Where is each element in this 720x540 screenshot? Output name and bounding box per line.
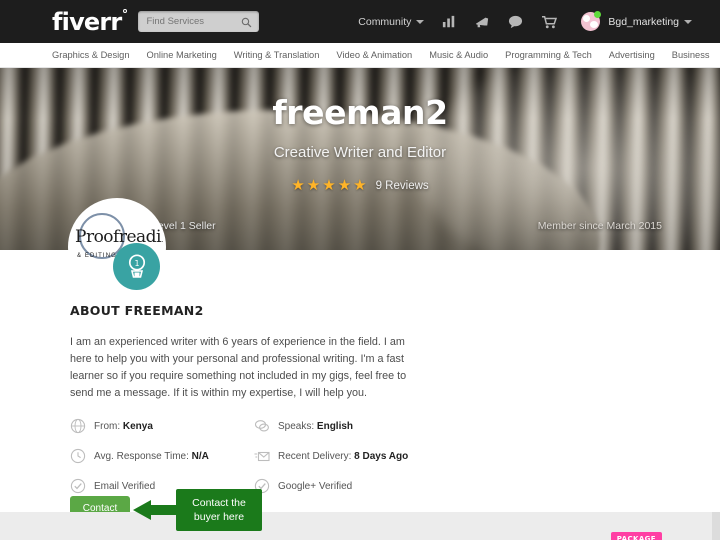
profile-tagline: Creative Writer and Editor [273,144,447,161]
seller-info-grid: From: Kenya Speaks: English Avg. Respons… [70,418,415,494]
info-text: Speaks: English [278,421,353,432]
star-rating: ★ ★ ★ ★ ★ [291,178,366,193]
info-label: Recent Delivery: [278,450,352,462]
info-value: Kenya [122,420,153,432]
page-bottom-right-strip [712,512,720,540]
globe-icon [70,418,86,434]
rating-row: ★ ★ ★ ★ ★ 9 Reviews [291,178,428,193]
analytics-bars-icon [443,15,455,27]
username-label: Bgd_marketing [608,15,679,28]
star-icon: ★ [353,177,367,194]
nav-item-writing-translation[interactable]: Writing & Translation [234,50,320,60]
reviews-count-label[interactable]: 9 Reviews [376,180,429,192]
nav-item-programming-tech[interactable]: Programming & Tech [505,50,592,60]
nav-item-online-marketing[interactable]: Online Marketing [147,50,217,60]
seller-level-badge: 1 [113,243,160,290]
avatar-logo-subtext: & EDITING [77,253,117,259]
megaphone-icon [476,17,489,27]
cart-button[interactable] [541,15,558,29]
envelope-icon [254,448,270,464]
annotation-arrow-icon [133,500,179,520]
chevron-down-icon [684,19,692,24]
header-right-nav: Community Bgd_marketing [358,11,720,31]
info-label: Speaks: [278,420,315,432]
speech-bubbles-icon [254,418,270,434]
chat-bubble-icon [509,15,523,28]
star-icon: ★ [337,177,352,194]
shopping-cart-icon [542,15,558,28]
info-item-speaks: Speaks: English [254,418,415,434]
info-item-from: From: Kenya [70,418,254,434]
community-label: Community [358,15,412,28]
user-menu[interactable]: Bgd_marketing [581,11,692,31]
info-text: Recent Delivery: 8 Days Ago [278,451,408,462]
analytics-button[interactable] [442,15,456,29]
logo-dot-icon [123,8,128,13]
nav-item-business[interactable]: Business [672,50,710,60]
info-item-google-verified: Google+ Verified [254,478,415,494]
chevron-down-icon [416,19,425,24]
star-icon: ★ [322,177,336,194]
info-value: N/A [191,450,209,462]
fiverr-logo-text: fiverr [52,7,122,36]
nav-item-music-audio[interactable]: Music & Audio [429,50,488,60]
about-heading: ABOUT FREEMAN2 [70,303,204,318]
page-title: freeman2 [272,93,448,132]
clock-icon [70,448,86,464]
community-menu[interactable]: Community [358,15,425,28]
check-circle-icon [70,478,86,494]
online-status-dot [594,11,602,18]
avatar [581,11,602,31]
fiverr-logo[interactable]: fiverr [52,7,128,36]
info-value: English [316,420,354,432]
search-box[interactable] [138,11,260,33]
info-label: From: [94,420,121,432]
nav-item-video-animation[interactable]: Video & Animation [336,50,412,60]
info-text: Email Verified [94,480,156,492]
nav-item-graphics-design[interactable]: Graphics & Design [52,50,130,60]
avatar-logo-text: Proofreading [75,227,163,247]
search-icon[interactable] [241,15,252,33]
member-since-label: Member since March 2015 [537,220,662,232]
info-text: Avg. Response Time: N/A [94,451,209,462]
annotation-callout: Contact the buyer here [176,489,262,531]
info-text: From: Kenya [94,421,153,432]
about-section: ABOUT FREEMAN2 I am an experienced write… [70,303,420,402]
star-icon: ★ [291,177,305,194]
star-icon: ★ [306,177,321,194]
about-description: I am an experienced writer with 6 years … [70,336,407,399]
info-text: Google+ Verified [278,480,353,492]
nav-item-advertising[interactable]: Advertising [609,50,655,60]
info-item-recent-delivery: Recent Delivery: 8 Days Ago [254,448,415,464]
category-nav: Graphics & Design Online Marketing Writi… [0,43,720,68]
messages-button[interactable] [508,15,523,29]
top-header-bar: fiverr Community [0,0,720,43]
info-value: 8 Days Ago [354,450,409,462]
svg-text:1: 1 [134,259,139,268]
info-label: Avg. Response Time: [94,450,189,462]
package-badge: PACKAGE [610,532,662,540]
annotation-text: Contact the buyer here [192,497,246,523]
search-input[interactable] [138,12,239,31]
fiverr-profile-page: fiverr Community [0,0,720,540]
info-item-response-time: Avg. Response Time: N/A [70,448,254,464]
notifications-button[interactable] [474,15,490,29]
medal-icon: 1 [128,253,145,278]
